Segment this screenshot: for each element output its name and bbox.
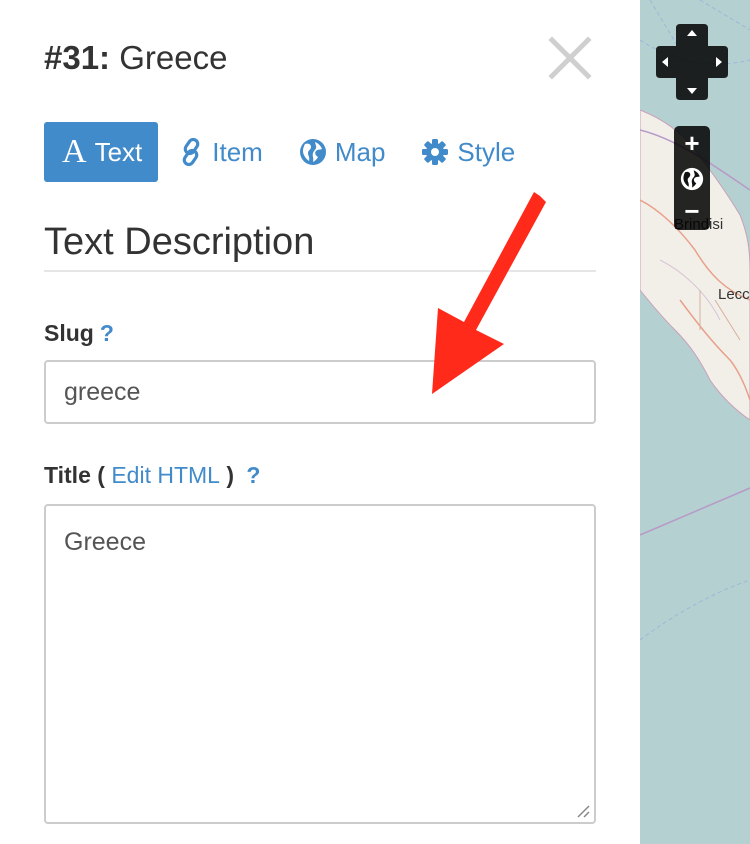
tab-text-label: Text: [94, 136, 143, 167]
title-textarea[interactable]: Greece: [44, 504, 596, 824]
tab-item-label: Item: [212, 136, 263, 167]
globe-icon: [299, 138, 327, 166]
tab-style[interactable]: Style: [421, 122, 515, 182]
edit-html-link[interactable]: Edit HTML: [111, 462, 220, 488]
title-label-text: Title: [44, 462, 91, 488]
zoom-out-button[interactable]: −: [674, 196, 710, 226]
record-title: Greece: [119, 39, 228, 76]
record-number: #31:: [44, 39, 111, 76]
tab-style-label: Style: [457, 136, 516, 167]
section-divider: [44, 270, 596, 272]
tab-map[interactable]: Map: [299, 122, 386, 182]
editor-panel: #31: Greece A Text Item Map Style Text D…: [0, 0, 640, 844]
map-view[interactable]: Brindisi Lecc + −: [640, 0, 750, 844]
tab-text[interactable]: A Text: [44, 122, 159, 182]
pan-control[interactable]: [656, 22, 728, 102]
title-paren-open: (: [97, 462, 105, 488]
gear-icon: [421, 138, 449, 166]
slug-help-link[interactable]: ?: [100, 320, 114, 346]
record-header: #31: Greece: [44, 38, 227, 78]
title-help-link[interactable]: ?: [246, 462, 260, 488]
place-label-lecce: Lecc: [718, 286, 750, 303]
title-paren-close: ): [226, 462, 235, 488]
close-icon[interactable]: [546, 34, 594, 82]
tab-bar: A Text Item Map Style: [44, 122, 551, 182]
slug-label: Slug?: [44, 320, 114, 347]
section-title: Text Description: [44, 221, 315, 263]
slug-label-text: Slug: [44, 320, 94, 346]
link-icon: [178, 138, 204, 166]
text-glyph-icon: A: [62, 133, 87, 170]
title-label: Title ( Edit HTML ) ?: [44, 462, 260, 489]
tab-item[interactable]: Item: [178, 122, 263, 182]
world-zoom-icon[interactable]: [674, 164, 710, 194]
tab-map-label: Map: [334, 136, 386, 167]
zoom-control: + −: [674, 126, 710, 230]
resize-grip-icon[interactable]: [574, 802, 590, 818]
slug-input[interactable]: [44, 360, 596, 424]
zoom-in-button[interactable]: +: [674, 128, 710, 158]
